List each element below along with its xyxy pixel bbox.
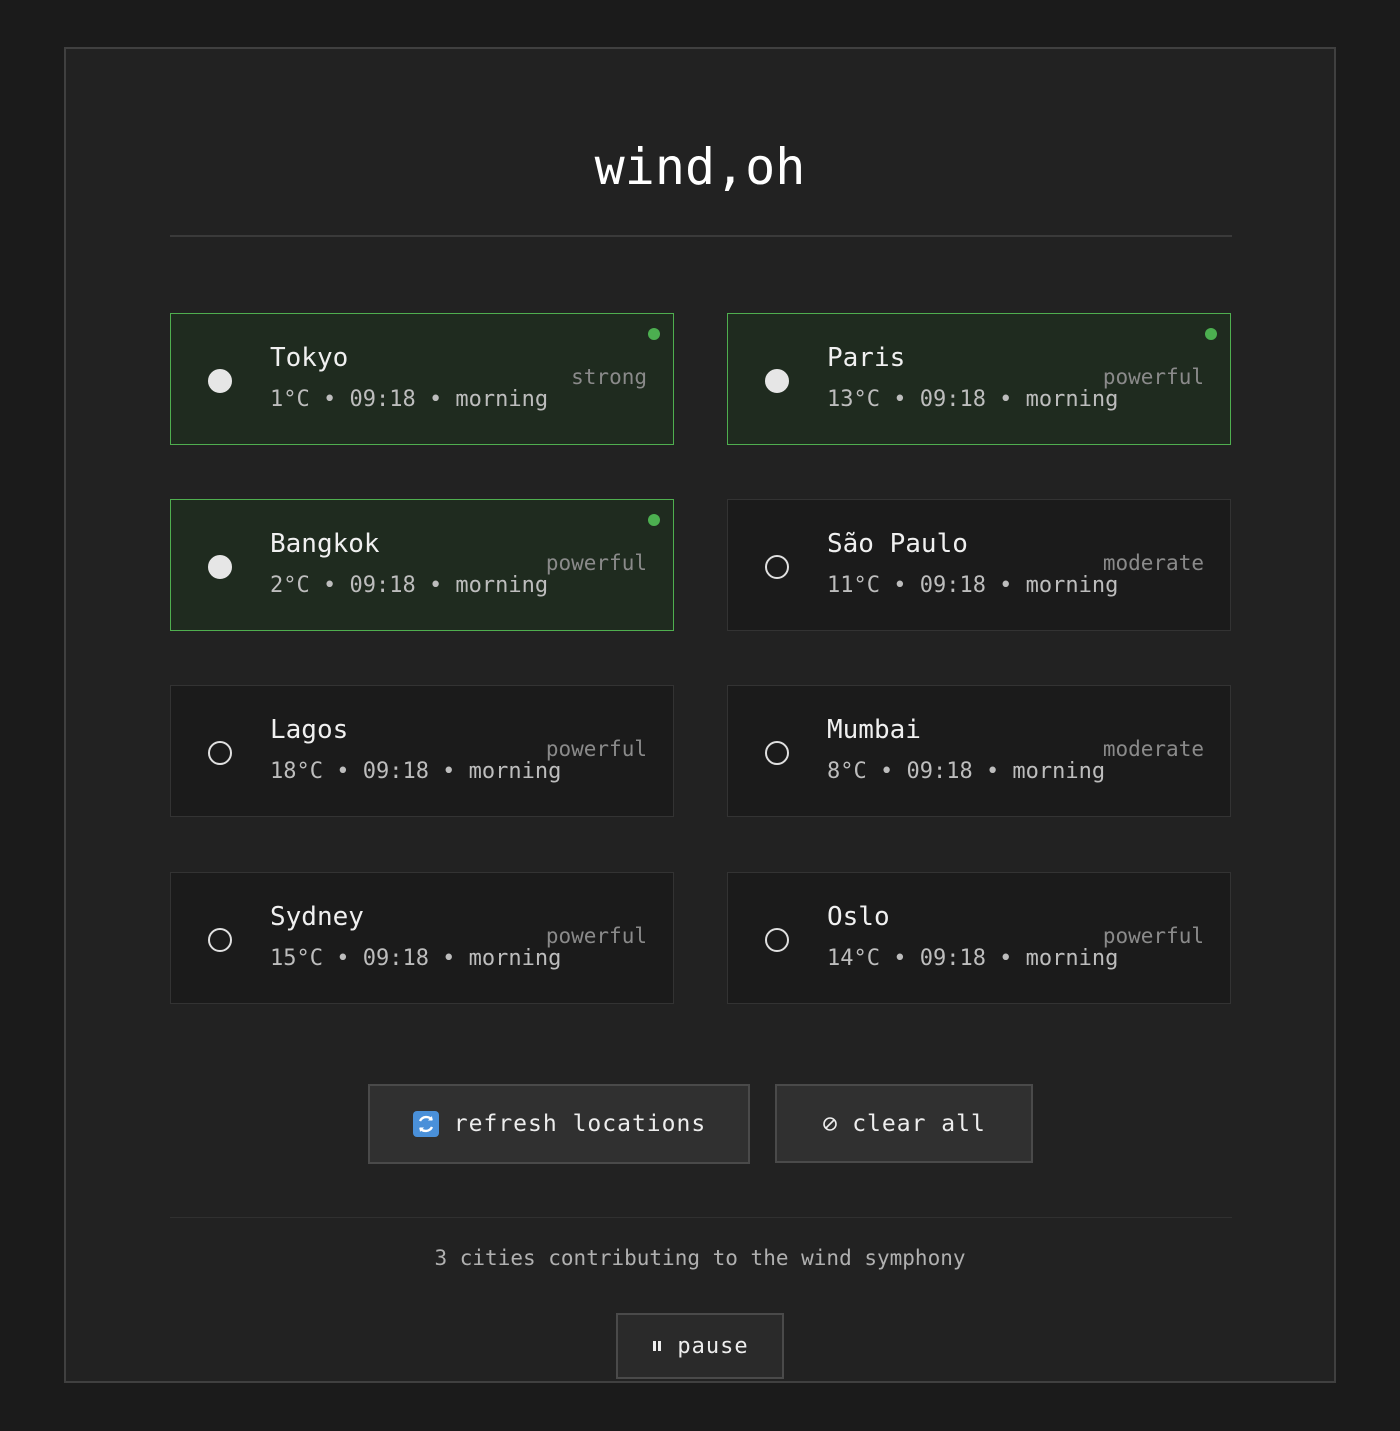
status-text: 3 cities contributing to the wind sympho… <box>434 1246 966 1270</box>
radio-indicator[interactable] <box>765 555 789 579</box>
wind-strength: powerful <box>545 737 647 761</box>
city-card[interactable]: Oslo 14°C • 09:18 • morning powerful <box>727 872 1231 1004</box>
live-indicator-dot <box>648 328 660 340</box>
city-name: Mumbai <box>827 715 921 745</box>
live-indicator-dot <box>648 514 660 526</box>
city-name: Bangkok <box>270 529 380 559</box>
main-panel: wind,oh Tokyo 1°C • 09:18 • morning stro… <box>64 47 1336 1383</box>
city-meta: 11°C • 09:18 • morning <box>827 573 1119 598</box>
city-meta: 18°C • 09:18 • morning <box>270 759 562 784</box>
radio-indicator[interactable] <box>765 369 789 393</box>
no-entry-icon <box>822 1116 838 1132</box>
radio-indicator[interactable] <box>208 928 232 952</box>
city-meta: 14°C • 09:18 • morning <box>827 946 1119 971</box>
city-card[interactable]: Bangkok 2°C • 09:18 • morning powerful <box>170 499 674 631</box>
city-meta: 1°C • 09:18 • morning <box>270 387 549 412</box>
city-card[interactable]: Sydney 15°C • 09:18 • morning powerful <box>170 872 674 1004</box>
radio-indicator[interactable] <box>765 741 789 765</box>
radio-indicator[interactable] <box>208 555 232 579</box>
radio-indicator[interactable] <box>208 741 232 765</box>
title-divider <box>170 235 1232 237</box>
wind-strength: powerful <box>545 924 647 948</box>
refresh-label: refresh locations <box>453 1111 707 1137</box>
footer-divider <box>170 1217 1232 1218</box>
city-meta: 8°C • 09:18 • morning <box>827 759 1106 784</box>
city-name: Tokyo <box>270 343 349 373</box>
city-name: Paris <box>827 343 906 373</box>
wind-strength: powerful <box>545 551 647 575</box>
city-meta: 2°C • 09:18 • morning <box>270 573 549 598</box>
wind-strength: powerful <box>1102 924 1204 948</box>
app-title: wind,oh <box>594 138 806 196</box>
refresh-locations-button[interactable]: refresh locations <box>368 1084 750 1164</box>
live-indicator-dot <box>1205 328 1217 340</box>
clear-all-button[interactable]: clear all <box>775 1084 1033 1163</box>
city-name: Oslo <box>827 902 890 932</box>
pause-button[interactable]: pause <box>616 1313 784 1379</box>
clear-label: clear all <box>852 1110 986 1137</box>
city-meta: 15°C • 09:18 • morning <box>270 946 562 971</box>
city-name: São Paulo <box>827 529 968 559</box>
city-card[interactable]: Tokyo 1°C • 09:18 • morning strong <box>170 313 674 445</box>
pause-icon <box>651 1339 663 1353</box>
city-card[interactable]: Lagos 18°C • 09:18 • morning powerful <box>170 685 674 817</box>
refresh-icon <box>412 1110 440 1138</box>
city-card[interactable]: São Paulo 11°C • 09:18 • morning moderat… <box>727 499 1231 631</box>
wind-strength: moderate <box>1102 551 1204 575</box>
radio-indicator[interactable] <box>208 369 232 393</box>
city-meta: 13°C • 09:18 • morning <box>827 387 1119 412</box>
wind-strength: moderate <box>1102 737 1204 761</box>
wind-strength: strong <box>571 365 647 389</box>
city-card[interactable]: Mumbai 8°C • 09:18 • morning moderate <box>727 685 1231 817</box>
city-card[interactable]: Paris 13°C • 09:18 • morning powerful <box>727 313 1231 445</box>
pause-label: pause <box>677 1333 749 1359</box>
wind-strength: powerful <box>1102 365 1204 389</box>
city-name: Lagos <box>270 715 349 745</box>
radio-indicator[interactable] <box>765 928 789 952</box>
city-name: Sydney <box>270 902 364 932</box>
